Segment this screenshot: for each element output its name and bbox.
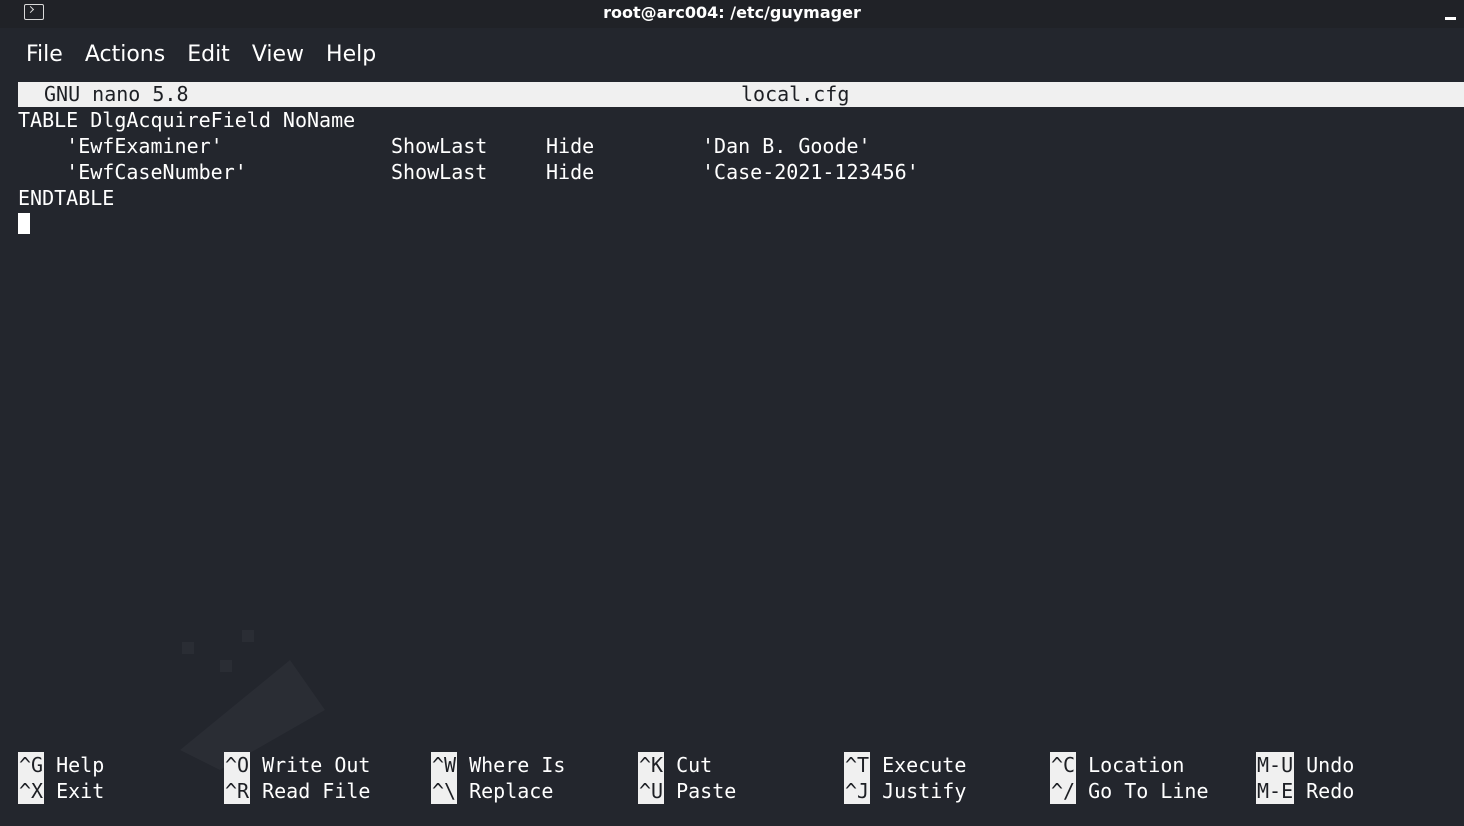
shortcut-label: Where Is: [469, 753, 566, 777]
shortcut-key: M-U: [1256, 752, 1295, 778]
shortcut-key: ^X: [18, 778, 45, 804]
shortcut-label: Go To Line: [1088, 779, 1209, 803]
line-col-1: TABLE DlgAcquireField NoName: [18, 108, 356, 132]
line-col-4: 'Dan B. Goode': [702, 134, 871, 158]
shortcut-cut[interactable]: ^K Cut: [638, 752, 712, 778]
shortcut-key: ^K: [638, 752, 665, 778]
shortcut-label: Location: [1088, 753, 1185, 777]
line-col-3: Hide: [546, 134, 595, 158]
shortcut-label: Justify: [882, 779, 967, 803]
shortcut-key: ^J: [844, 778, 871, 804]
shortcut-label: Paste: [676, 779, 737, 803]
menu-actions[interactable]: Actions: [85, 42, 165, 67]
line-col-4: 'Case-2021-123456': [702, 160, 919, 184]
shortcut-write-out[interactable]: ^O Write Out: [224, 752, 370, 778]
shortcut-paste[interactable]: ^U Paste: [638, 778, 736, 804]
nano-version: GNU nano 5.8: [44, 82, 189, 106]
shortcut-where-is[interactable]: ^W Where Is: [431, 752, 565, 778]
shortcut-key: ^T: [844, 752, 871, 778]
text-cursor: [18, 213, 30, 234]
shortcut-go-to-line[interactable]: ^/ Go To Line: [1050, 778, 1209, 804]
editor-line: ENDTABLE: [18, 185, 1464, 211]
line-col-3: Hide: [546, 160, 595, 184]
shortcut-label: Help: [56, 753, 105, 777]
shortcut-label: Replace: [469, 779, 554, 803]
shortcut-key: ^/: [1050, 778, 1077, 804]
shortcut-read-file[interactable]: ^R Read File: [224, 778, 370, 804]
editor-line: 'EwfCaseNumber' ShowLast Hide 'Case-2021…: [18, 159, 1464, 185]
shortcut-label: Redo: [1306, 779, 1355, 803]
menu-help[interactable]: Help: [326, 42, 376, 67]
shortcut-label: Exit: [56, 779, 105, 803]
line-col-1: ENDTABLE: [18, 186, 115, 210]
menu-bar: File Actions Edit View Help: [0, 30, 1464, 78]
shortcut-replace[interactable]: ^\ Replace: [431, 778, 553, 804]
shortcut-justify[interactable]: ^J Justify: [844, 778, 966, 804]
shortcut-key: ^G: [18, 752, 45, 778]
shortcut-redo[interactable]: M-E Redo: [1256, 778, 1354, 804]
shortcut-execute[interactable]: ^T Execute: [844, 752, 966, 778]
shortcut-key: M-E: [1256, 778, 1295, 804]
shortcut-label: Undo: [1306, 753, 1355, 777]
editor-line: TABLE DlgAcquireField NoName: [18, 107, 1464, 133]
nano-filename: local.cfg: [741, 82, 850, 106]
window-titlebar: root@arc004: /etc/guymager: [0, 0, 1464, 28]
shortcut-label: Execute: [882, 753, 967, 777]
minimize-icon[interactable]: [1444, 0, 1458, 24]
shortcut-key: ^\: [431, 778, 458, 804]
menu-view[interactable]: View: [252, 42, 304, 67]
shortcut-help[interactable]: ^G Help: [18, 752, 104, 778]
shortcut-key: ^U: [638, 778, 665, 804]
shortcut-exit[interactable]: ^X Exit: [18, 778, 104, 804]
shortcut-label: Read File: [262, 779, 371, 803]
shortcut-key: ^W: [431, 752, 458, 778]
menu-file[interactable]: File: [26, 42, 63, 67]
shortcut-location[interactable]: ^C Location: [1050, 752, 1184, 778]
line-col-1: 'EwfCaseNumber': [18, 160, 247, 184]
shortcut-key: ^C: [1050, 752, 1077, 778]
shortcut-label: Write Out: [262, 753, 371, 777]
line-col-2: ShowLast: [391, 134, 488, 158]
shortcut-key: ^R: [224, 778, 251, 804]
nano-header-bar: GNU nano 5.8 local.cfg: [18, 82, 1464, 107]
window-title: root@arc004: /etc/guymager: [603, 3, 861, 22]
shortcut-key: ^O: [224, 752, 251, 778]
editor-line: 'EwfExaminer' ShowLast Hide 'Dan B. Good…: [18, 133, 1464, 159]
shortcut-undo[interactable]: M-U Undo: [1256, 752, 1354, 778]
shortcut-label: Cut: [676, 753, 713, 777]
menu-edit[interactable]: Edit: [187, 42, 230, 67]
editor-buffer[interactable]: TABLE DlgAcquireField NoName 'EwfExamine…: [18, 107, 1464, 727]
line-col-1: 'EwfExaminer': [18, 134, 223, 158]
line-col-2: ShowLast: [391, 160, 488, 184]
shortcut-bar: ^G Help ^X Exit ^O Write Out ^R Read File ^W…: [18, 752, 1464, 808]
